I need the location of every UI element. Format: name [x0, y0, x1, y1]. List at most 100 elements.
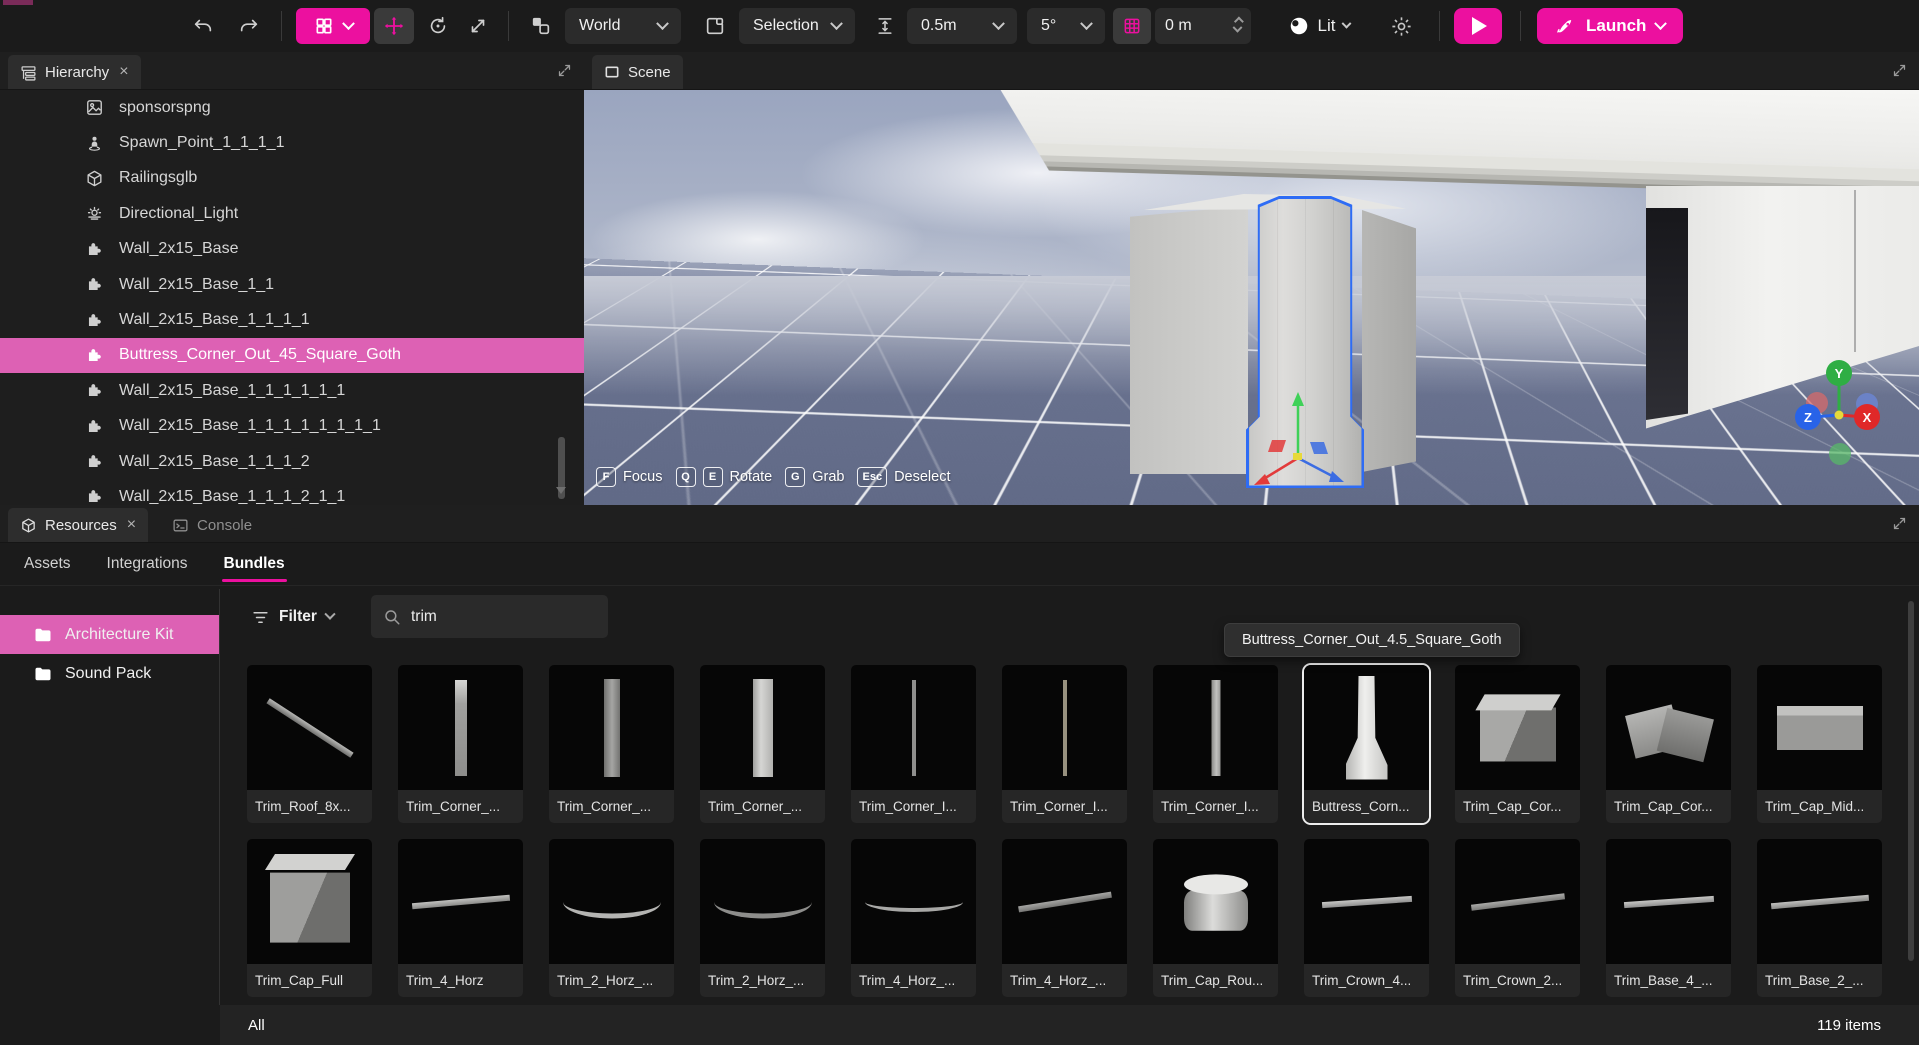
scene-panel: Scene: [584, 52, 1919, 505]
asset-card[interactable]: Trim_4_Horz: [398, 839, 523, 997]
move-tool-button[interactable]: [374, 8, 414, 44]
asset-grid-scrollbar[interactable]: [1908, 601, 1914, 961]
tab-console-label: Console: [197, 517, 252, 534]
hierarchy-item[interactable]: Wall_2x15_Base_1_1_1_1_1_1: [0, 373, 584, 408]
resources-subtab-label: Bundles: [224, 555, 285, 573]
tab-console[interactable]: Console: [160, 508, 264, 542]
surface-snap-icon[interactable]: [871, 8, 899, 44]
puzzle-piece-icon: [84, 239, 104, 259]
close-icon[interactable]: ×: [127, 516, 136, 534]
tab-scene[interactable]: Scene: [592, 55, 683, 89]
pivot-dropdown[interactable]: Selection: [739, 8, 855, 44]
rocket-icon: [1555, 16, 1576, 37]
hierarchy-item[interactable]: Railingsglb: [0, 161, 584, 196]
hierarchy-tree[interactable]: sponsorspng Spawn_Point_1_1_1_1: [0, 90, 584, 505]
asset-card[interactable]: Trim_2_Horz_...: [700, 839, 825, 997]
grid-snap-dropdown[interactable]: 0.5m: [907, 8, 1017, 44]
tab-hierarchy[interactable]: Hierarchy ×: [8, 55, 141, 89]
grid-snap-toggle[interactable]: [1113, 8, 1151, 44]
rotation-snap-dropdown[interactable]: 5°: [1027, 8, 1105, 44]
rotate-tool-button[interactable]: [420, 8, 456, 44]
play-button[interactable]: [1454, 8, 1502, 44]
asset-label: Trim_2_Horz_...: [700, 964, 825, 997]
asset-card[interactable]: Trim_Crown_2...: [1455, 839, 1580, 997]
asset-card[interactable]: Trim_Base_4_...: [1606, 839, 1731, 997]
hierarchy-item[interactable]: Wall_2x15_Base_1_1_1_1_1_1_1_1: [0, 409, 584, 444]
hierarchy-icon: [20, 64, 37, 81]
asset-card[interactable]: Buttress_Corn...: [1304, 665, 1429, 823]
hierarchy-item[interactable]: Wall_2x15_Base: [0, 232, 584, 267]
hierarchy-item[interactable]: Buttress_Corner_Out_45_Square_Goth: [0, 338, 584, 373]
asset-thumbnail: [700, 665, 825, 790]
asset-card[interactable]: Trim_Cap_Cor...: [1455, 665, 1580, 823]
gizmo-overlay[interactable]: Y Z X: [584, 90, 1919, 505]
asset-card[interactable]: Trim_Corner_I...: [851, 665, 976, 823]
filter-button[interactable]: Filter: [251, 599, 334, 635]
asset-card[interactable]: Trim_Corner_...: [398, 665, 523, 823]
asset-card[interactable]: Trim_Cap_Full: [247, 839, 372, 997]
asset-card[interactable]: Trim_4_Horz_...: [851, 839, 976, 997]
surface-offset-stepper[interactable]: 0 m: [1155, 8, 1251, 44]
footer-all-label[interactable]: All: [248, 1017, 265, 1034]
asset-card[interactable]: Trim_Corner_I...: [1153, 665, 1278, 823]
translate-gizmo: [1254, 392, 1344, 485]
search-icon: [383, 608, 401, 626]
hotkey-label: Deselect: [894, 469, 950, 485]
hierarchy-item[interactable]: sponsorspng: [0, 90, 584, 125]
transform-space-icon[interactable]: [523, 8, 559, 44]
asset-card[interactable]: Trim_2_Horz_...: [549, 839, 674, 997]
transform-space-dropdown[interactable]: World: [565, 8, 681, 44]
asset-thumbnail: [1606, 665, 1731, 790]
pivot-icon[interactable]: [697, 8, 733, 44]
asset-card[interactable]: Trim_Roof_8x...: [247, 665, 372, 823]
resources-subtab[interactable]: Assets: [24, 543, 71, 585]
asset-footer: All 119 items: [220, 1005, 1919, 1045]
undo-button[interactable]: [185, 8, 221, 44]
expand-panel-icon[interactable]: [557, 63, 572, 83]
asset-card[interactable]: Trim_4_Horz_...: [1002, 839, 1127, 997]
bundle-folder[interactable]: Architecture Kit: [0, 615, 219, 654]
asset-card[interactable]: Trim_Corner_...: [549, 665, 674, 823]
hierarchy-item[interactable]: Wall_2x15_Base_1_1_1_2: [0, 444, 584, 479]
asset-card[interactable]: Trim_Corner_...: [700, 665, 825, 823]
asset-thumbnail: [851, 665, 976, 790]
stepper-arrows[interactable]: [1234, 18, 1241, 34]
hierarchy-item[interactable]: Directional_Light: [0, 196, 584, 231]
asset-label: Trim_Cap_Mid...: [1757, 790, 1882, 823]
hierarchy-item[interactable]: Wall_2x15_Base_1_1_1_2_1_1: [0, 479, 584, 505]
scene-viewport[interactable]: Y Z X F Focus Q E Rotate: [584, 90, 1919, 505]
expand-panel-icon[interactable]: [1892, 63, 1907, 83]
scale-tool-button[interactable]: [460, 8, 496, 44]
bundle-folder[interactable]: Sound Pack: [0, 654, 219, 693]
asset-search[interactable]: [371, 595, 608, 638]
gizmo-mode-button[interactable]: [296, 8, 370, 44]
asset-card[interactable]: Trim_Cap_Rou...: [1153, 839, 1278, 997]
resources-subtab[interactable]: Bundles: [224, 543, 285, 585]
resources-subtab[interactable]: Integrations: [107, 543, 188, 585]
tab-resources[interactable]: Resources ×: [8, 508, 148, 542]
close-icon[interactable]: ×: [119, 63, 128, 81]
hierarchy-item[interactable]: Wall_2x15_Base_1_1: [0, 267, 584, 302]
asset-card[interactable]: Trim_Base_2_...: [1757, 839, 1882, 997]
expand-panel-icon[interactable]: [1892, 516, 1907, 536]
settings-gear-icon[interactable]: [1383, 8, 1419, 44]
tab-scene-label: Scene: [628, 64, 671, 81]
asset-card[interactable]: Trim_Corner_I...: [1002, 665, 1127, 823]
key-cap: Esc: [857, 467, 887, 487]
asset-label: Trim_Cap_Rou...: [1153, 964, 1278, 997]
render-mode-dropdown[interactable]: Lit: [1273, 8, 1365, 44]
asset-label: Trim_Crown_2...: [1455, 964, 1580, 997]
hierarchy-item-label: Railingsglb: [119, 169, 197, 187]
asset-label: Trim_Corner_I...: [1153, 790, 1278, 823]
asset-card[interactable]: Trim_Crown_4...: [1304, 839, 1429, 997]
search-input[interactable]: [411, 608, 571, 626]
launch-button[interactable]: Launch: [1537, 8, 1683, 44]
hierarchy-item[interactable]: Wall_2x15_Base_1_1_1_1: [0, 302, 584, 337]
footer-item-count: 119 items: [1817, 1017, 1881, 1034]
asset-card[interactable]: Trim_Cap_Cor...: [1606, 665, 1731, 823]
hierarchy-item[interactable]: Spawn_Point_1_1_1_1: [0, 125, 584, 160]
scroll-down-arrow[interactable]: [556, 487, 566, 494]
asset-card[interactable]: Trim_Cap_Mid...: [1757, 665, 1882, 823]
redo-button[interactable]: [231, 8, 267, 44]
scene-window-icon: [604, 64, 620, 80]
